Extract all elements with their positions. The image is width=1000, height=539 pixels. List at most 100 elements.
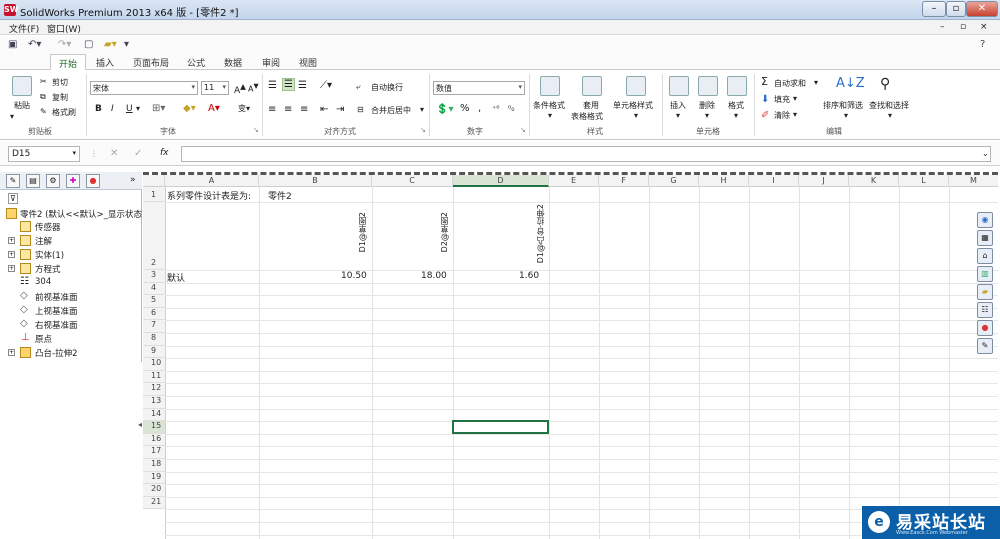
column-header[interactable]: I [749, 175, 799, 187]
row-header[interactable]: 3 [143, 270, 165, 283]
tab-formulas[interactable]: 公式 [187, 56, 205, 69]
row-header[interactable]: 12 [143, 383, 165, 396]
cell-styles-icon[interactable] [626, 76, 646, 96]
borders-icon[interactable]: ⊞▾ [152, 103, 165, 114]
merge-center-icon[interactable]: ⊟ [357, 105, 364, 114]
cut-icon[interactable]: ✂ [40, 77, 47, 86]
increase-decimal-icon[interactable]: ⁺⁰ [492, 104, 499, 113]
column-header[interactable]: M [949, 175, 998, 187]
find-select-icon[interactable]: ⚲ [880, 76, 890, 92]
row-header[interactable]: 9 [143, 345, 165, 359]
column-header[interactable]: C [372, 175, 453, 187]
italic-button[interactable]: I [111, 104, 114, 114]
row-header[interactable]: 18 [143, 459, 165, 472]
design-library-icon[interactable]: ▦ [977, 230, 993, 246]
align-top-icon[interactable]: ☰ [268, 80, 277, 91]
cell-b1[interactable]: 零件2 [268, 189, 292, 202]
copy-icon[interactable]: ⧉ [40, 92, 46, 102]
number-dialog-launcher-icon[interactable]: ↘ [520, 126, 526, 134]
column-header[interactable]: J [799, 175, 849, 187]
cell-styles-button[interactable]: 单元格样式 [613, 100, 653, 111]
sort-filter-button[interactable]: 排序和筛选 [823, 100, 863, 111]
delete-cells-icon[interactable] [698, 76, 718, 96]
column-header[interactable]: B [259, 175, 372, 187]
cell-a3[interactable]: 默认 [167, 271, 185, 284]
align-bottom-icon[interactable]: ☰ [298, 80, 307, 91]
row-header-selected[interactable]: 15 [143, 421, 165, 434]
tab-data[interactable]: 数据 [224, 56, 242, 69]
merge-dropdown-icon[interactable]: ▾ [420, 105, 424, 114]
menu-minimize-icon[interactable]: – [940, 22, 945, 32]
home-icon[interactable]: ⌂ [977, 248, 993, 264]
format-painter-button[interactable]: 格式刷 [52, 107, 76, 118]
row-header[interactable]: 19 [143, 471, 165, 485]
expand-icon[interactable]: + [8, 251, 15, 258]
row-header[interactable]: 17 [143, 446, 165, 459]
tab-home[interactable]: 开始 [50, 54, 87, 71]
decrease-decimal-icon[interactable]: ⁰₀ [508, 104, 514, 113]
paste-button[interactable]: 粘贴 [14, 100, 30, 111]
column-header[interactable]: H [699, 175, 749, 187]
appearances-icon[interactable]: ● [977, 320, 993, 336]
format-cells-icon[interactable] [727, 76, 747, 96]
cell-b2[interactable]: D1@草图2 [357, 212, 368, 252]
insert-function-button[interactable]: fx [160, 148, 169, 158]
cut-button[interactable]: 剪切 [52, 77, 68, 88]
currency-icon[interactable]: 💲▾ [436, 104, 453, 115]
fill-button[interactable]: 填充 [774, 94, 790, 105]
cancel-formula-icon[interactable]: ✕ [110, 148, 118, 159]
cell-c3[interactable]: 18.00 [421, 271, 447, 281]
format-as-table-label-2[interactable]: 表格格式 [571, 111, 603, 122]
decrease-indent-icon[interactable]: ⇤ [320, 104, 328, 115]
minimize-button[interactable]: – [922, 1, 946, 17]
row-header[interactable]: 11 [143, 370, 165, 384]
fill-icon[interactable]: ⬇ [761, 94, 769, 105]
insert-cells-button[interactable]: 插入 [670, 100, 686, 111]
increase-indent-icon[interactable]: ⇥ [336, 104, 344, 115]
view-palette-icon[interactable]: ☷ [977, 302, 993, 318]
column-header[interactable]: E [549, 175, 599, 187]
font-name-select[interactable]: 宋体 ▾ [90, 81, 198, 95]
wrap-text-icon[interactable]: ⤶ [356, 82, 360, 92]
comma-button[interactable]: , [478, 103, 481, 114]
wrap-text-button[interactable]: 自动换行 [371, 82, 403, 93]
row-header[interactable]: 5 [143, 295, 165, 308]
maximize-button[interactable]: ▫ [946, 1, 966, 17]
custom-properties-icon[interactable]: ✎ [977, 338, 993, 354]
dimxpert-tab-icon[interactable]: ✚ [66, 174, 80, 188]
close-button[interactable]: ✕ [966, 1, 998, 17]
row-header[interactable]: 6 [143, 307, 165, 321]
file-explorer-icon[interactable]: ▥ [977, 266, 993, 282]
feature-manager-tab-icon[interactable]: ✎ [6, 174, 20, 188]
confirm-formula-icon[interactable]: ✓ [134, 148, 142, 159]
conditional-formatting-button[interactable]: 条件格式 [533, 100, 565, 111]
autosum-dropdown-icon[interactable]: ▾ [814, 78, 818, 87]
row-header[interactable]: 8 [143, 333, 165, 346]
row-header[interactable]: 16 [143, 433, 165, 447]
phonetic-icon[interactable]: 变▾ [238, 103, 250, 114]
format-as-table-icon[interactable] [582, 76, 602, 96]
save-icon[interactable]: ▣ [8, 39, 17, 50]
align-center-icon[interactable]: ≡ [284, 104, 292, 115]
configuration-manager-tab-icon[interactable]: ⚙ [46, 174, 60, 188]
row-header[interactable]: 20 [143, 484, 165, 497]
select-all-corner[interactable] [143, 175, 165, 187]
menu-restore-icon[interactable]: ▫ [960, 22, 966, 32]
shrink-font-icon[interactable]: A▼ [248, 82, 259, 94]
column-header-selected[interactable]: D [453, 175, 549, 187]
format-cells-button[interactable]: 格式 [728, 100, 744, 111]
font-color-icon[interactable]: A▾ [208, 103, 220, 114]
menu-close-icon[interactable]: × [980, 22, 988, 32]
fill-dropdown-icon[interactable]: ▾ [793, 94, 797, 103]
clear-icon[interactable]: ✐ [761, 110, 769, 121]
formula-input[interactable] [181, 146, 991, 162]
property-manager-tab-icon[interactable]: ▤ [26, 174, 40, 188]
grow-font-icon[interactable]: A▲ [234, 82, 246, 96]
sort-filter-icon[interactable]: A↓Z [836, 76, 865, 91]
column-header[interactable]: A [165, 175, 259, 187]
find-select-button[interactable]: 查找和选择 [869, 100, 909, 111]
font-dialog-launcher-icon[interactable]: ↘ [253, 126, 259, 134]
row-header[interactable]: 13 [143, 396, 165, 409]
clear-dropdown-icon[interactable]: ▾ [793, 110, 797, 119]
paste-dropdown-icon[interactable]: ▾ [10, 112, 14, 121]
